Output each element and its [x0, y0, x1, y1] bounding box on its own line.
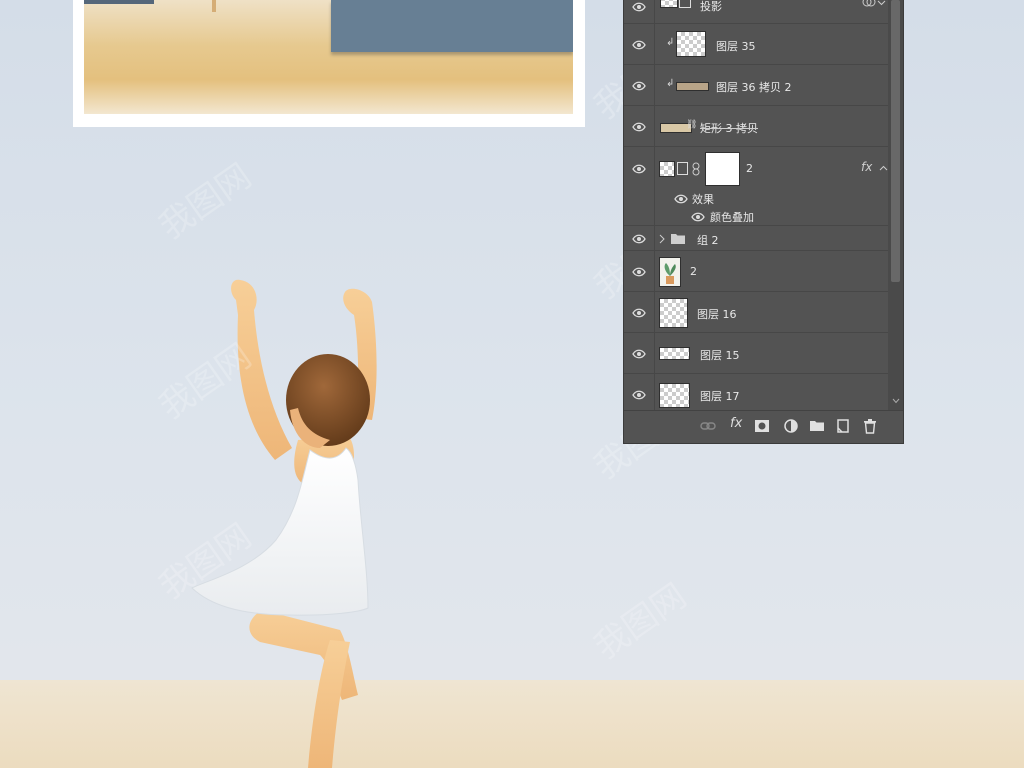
eye-icon[interactable]: [632, 347, 646, 361]
fx-icon[interactable]: fx: [861, 160, 872, 174]
chain-link-icon[interactable]: [692, 162, 700, 176]
layer-thumbnail: [660, 0, 678, 8]
layer-name[interactable]: 2: [690, 265, 697, 278]
layer-row[interactable]: 2 fx 效果 颜色叠加: [624, 147, 888, 226]
photo-wall: [331, 0, 573, 52]
linked-effects-icon[interactable]: [862, 0, 876, 8]
smart-object-icon: [677, 162, 688, 175]
fx-icon[interactable]: fx: [730, 416, 746, 432]
layer-row[interactable]: ↲ 图层 36 拷贝 2: [624, 65, 888, 106]
photo-scene: [84, 0, 573, 114]
layer-thumbnail: [676, 31, 706, 57]
effect-name[interactable]: 颜色叠加: [710, 209, 754, 225]
adjustment-icon[interactable]: [783, 418, 799, 434]
new-layer-icon[interactable]: [835, 418, 851, 434]
layer-row[interactable]: 图层 15: [624, 333, 888, 374]
scrollbar-thumb[interactable]: [891, 0, 900, 282]
layer-thumbnail: [659, 161, 675, 177]
eye-icon[interactable]: [691, 210, 705, 224]
link-icon[interactable]: [700, 418, 716, 434]
eye-icon[interactable]: [632, 79, 646, 93]
layer-name[interactable]: 矩形 3 拷贝: [700, 120, 758, 136]
layer-row[interactable]: 图层 16: [624, 292, 888, 333]
layer-thumbnail: [659, 298, 688, 328]
eye-icon[interactable]: [632, 120, 646, 134]
layer-thumbnail: [676, 82, 709, 91]
layer-name[interactable]: 图层 17: [700, 388, 740, 404]
layers-footer-toolbar: fx: [624, 410, 903, 443]
layers-scrollbar[interactable]: [888, 0, 903, 410]
layer-thumbnail: [659, 383, 690, 408]
watermark-text: 我图网: [587, 576, 693, 667]
smart-object-icon: [679, 0, 691, 8]
chevron-up-icon[interactable]: [879, 165, 888, 171]
layers-panel: 投影 ↲ 图层 35 ↲ 图层 36 拷贝 2 ⛓ 矩形 3 拷贝 2 fx 效…: [623, 0, 904, 444]
watermark-text: 我图网: [152, 156, 258, 247]
plant-thumbnail: [659, 257, 681, 287]
layer-name[interactable]: 图层 36 拷贝 2: [716, 79, 792, 95]
mask-icon[interactable]: [754, 418, 770, 434]
eye-icon[interactable]: [632, 38, 646, 52]
layer-name[interactable]: 2: [746, 162, 753, 175]
folder-icon[interactable]: [809, 418, 825, 434]
girl-illustration: [191, 279, 377, 768]
eye-icon[interactable]: [632, 0, 646, 14]
photo-figure: [212, 0, 216, 12]
layer-name[interactable]: 投影: [700, 0, 722, 14]
layer-name[interactable]: 图层 35: [716, 38, 756, 54]
clipping-arrow-icon: ↲: [666, 78, 675, 89]
layer-name[interactable]: 图层 15: [700, 347, 740, 363]
eye-icon[interactable]: [632, 232, 646, 246]
layer-row[interactable]: 图层 17: [624, 374, 888, 410]
layer-row[interactable]: 组 2: [624, 226, 888, 251]
eye-icon[interactable]: [632, 306, 646, 320]
layer-row[interactable]: ⛓ 矩形 3 拷贝: [624, 106, 888, 147]
plant-icon: [664, 263, 676, 284]
scroll-down-icon[interactable]: [892, 398, 900, 404]
layer-name[interactable]: 组 2: [697, 232, 719, 248]
layer-mask-thumbnail[interactable]: [705, 152, 740, 186]
layer-name[interactable]: 图层 16: [697, 306, 737, 322]
clipping-arrow-icon: ↲: [666, 37, 675, 48]
eye-icon[interactable]: [632, 388, 646, 402]
eye-icon[interactable]: [674, 192, 688, 206]
chevron-right-icon[interactable]: [659, 234, 665, 244]
chevron-down-icon[interactable]: [877, 0, 886, 6]
eye-icon[interactable]: [632, 265, 646, 279]
folder-icon: [671, 234, 685, 244]
floor-area: [0, 680, 1024, 768]
linked-icon: ⛓: [686, 120, 698, 130]
layer-row[interactable]: 2: [624, 251, 888, 292]
trash-icon[interactable]: [862, 418, 878, 434]
layer-row[interactable]: ↲ 图层 35: [624, 24, 888, 65]
effects-label[interactable]: 效果: [692, 191, 714, 207]
layer-thumbnail: [659, 347, 690, 360]
eye-icon[interactable]: [632, 162, 646, 176]
photo-window: [84, 0, 154, 4]
layer-row[interactable]: 投影: [624, 0, 888, 24]
